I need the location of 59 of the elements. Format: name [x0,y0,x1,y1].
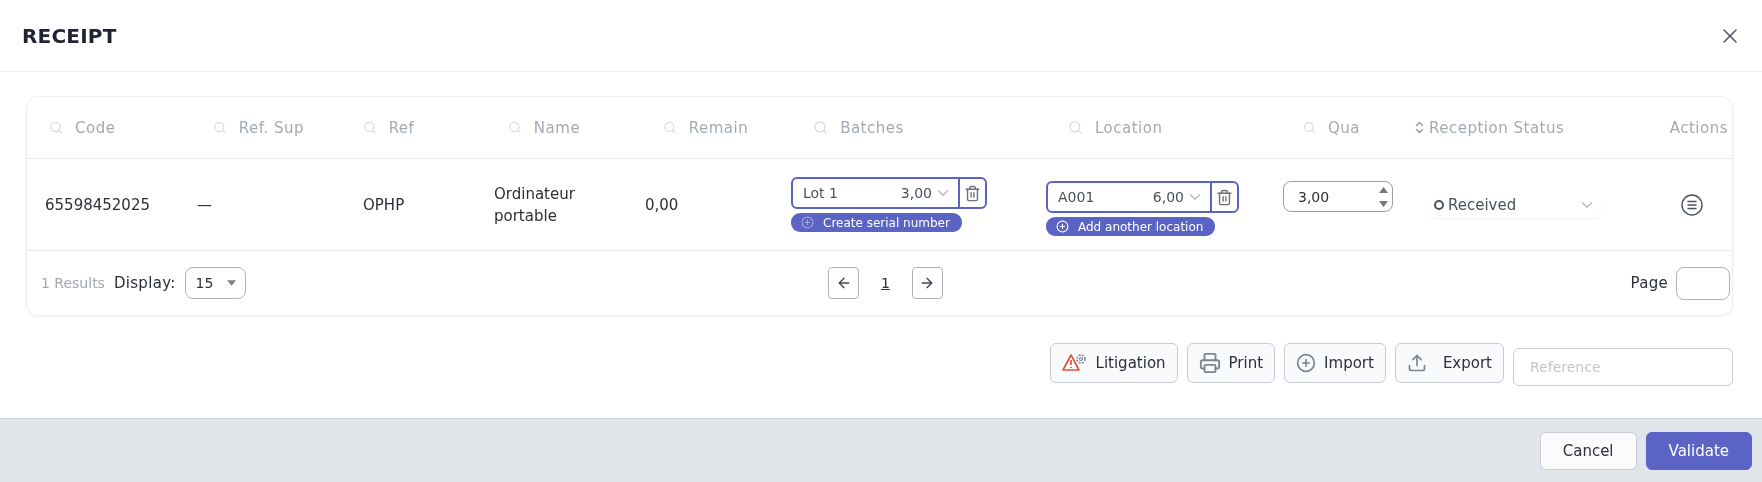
previous-page-button[interactable] [828,267,860,299]
table-cell-text: Ordinateur portable [493,183,576,227]
search-icon [213,119,227,136]
search-icon [508,119,522,136]
spin-up-icon[interactable] [1379,186,1388,193]
results-count: 1 Results [41,275,105,291]
column-filter-field[interactable]: Name [531,117,641,138]
batch-select[interactable]: Lot 1 3,00 [791,177,987,209]
trash-icon[interactable] [964,184,981,202]
caret-icon[interactable] [227,280,237,286]
spin-down-icon[interactable] [1379,200,1388,207]
page-field[interactable] [1676,266,1730,300]
column-filter-field[interactable]: Code [73,117,191,138]
column-filter-field[interactable]: Batches [838,117,1046,138]
table-cell-text: 0,00 [644,195,680,214]
status-select[interactable]: Received [1430,191,1600,218]
create-serial-button[interactable]: Create serial number [791,213,962,232]
upload-icon [1406,353,1427,373]
plus-circle-icon [1056,220,1069,233]
page-label: Page [1630,274,1668,292]
location-select[interactable]: A001 6,00 [1046,181,1239,213]
column-filter-field[interactable]: Qua [1326,117,1406,138]
status-ring-icon [1434,199,1444,210]
display-label: Display: [113,274,176,292]
quantity-field[interactable]: 3,00 [1284,187,1379,206]
table-cell-text: — [196,195,213,214]
plus-circle-icon [801,216,814,229]
search-icon [1303,119,1317,136]
column-header: Actions [1669,118,1728,137]
page-size-select[interactable]: 15 [184,267,246,299]
quantity-spinner[interactable]: 3,00 [1283,181,1393,212]
page-number[interactable]: 1 [881,275,890,291]
table-cell-text: OPHP [362,195,406,214]
search-icon [1068,119,1083,136]
column-filter-field[interactable]: Ref [386,117,486,138]
table-cell-text: 65598452025 [44,195,151,214]
menu-icon[interactable] [1681,193,1703,216]
column-filter-field[interactable]: Remain [686,117,791,138]
dialog-title: RECEIPT [22,23,117,48]
trash-icon[interactable] [1216,188,1233,206]
cancel-button[interactable]: Cancel [1539,431,1637,470]
import-button[interactable]: Import [1284,343,1386,383]
column-filter-field[interactable]: Ref. Sup [236,117,341,138]
reference-field[interactable]: Reference [1513,348,1733,386]
warning-gear-icon [1061,353,1088,373]
litigation-button[interactable]: Litigation [1049,343,1178,383]
column-filter-field[interactable]: Location [1092,117,1281,138]
printer-icon [1198,352,1221,374]
search-icon [813,119,829,136]
column-header: Reception Status [1429,118,1565,137]
search-icon [49,119,64,136]
print-button[interactable]: Print [1186,343,1276,383]
next-page-button[interactable] [911,267,943,299]
search-icon [363,119,377,136]
add-location-button[interactable]: Add another location [1046,217,1216,236]
validate-button[interactable]: Validate [1645,431,1752,470]
plus-circle-icon [1296,353,1317,373]
export-button[interactable]: Export [1394,343,1504,383]
search-icon [663,119,677,136]
